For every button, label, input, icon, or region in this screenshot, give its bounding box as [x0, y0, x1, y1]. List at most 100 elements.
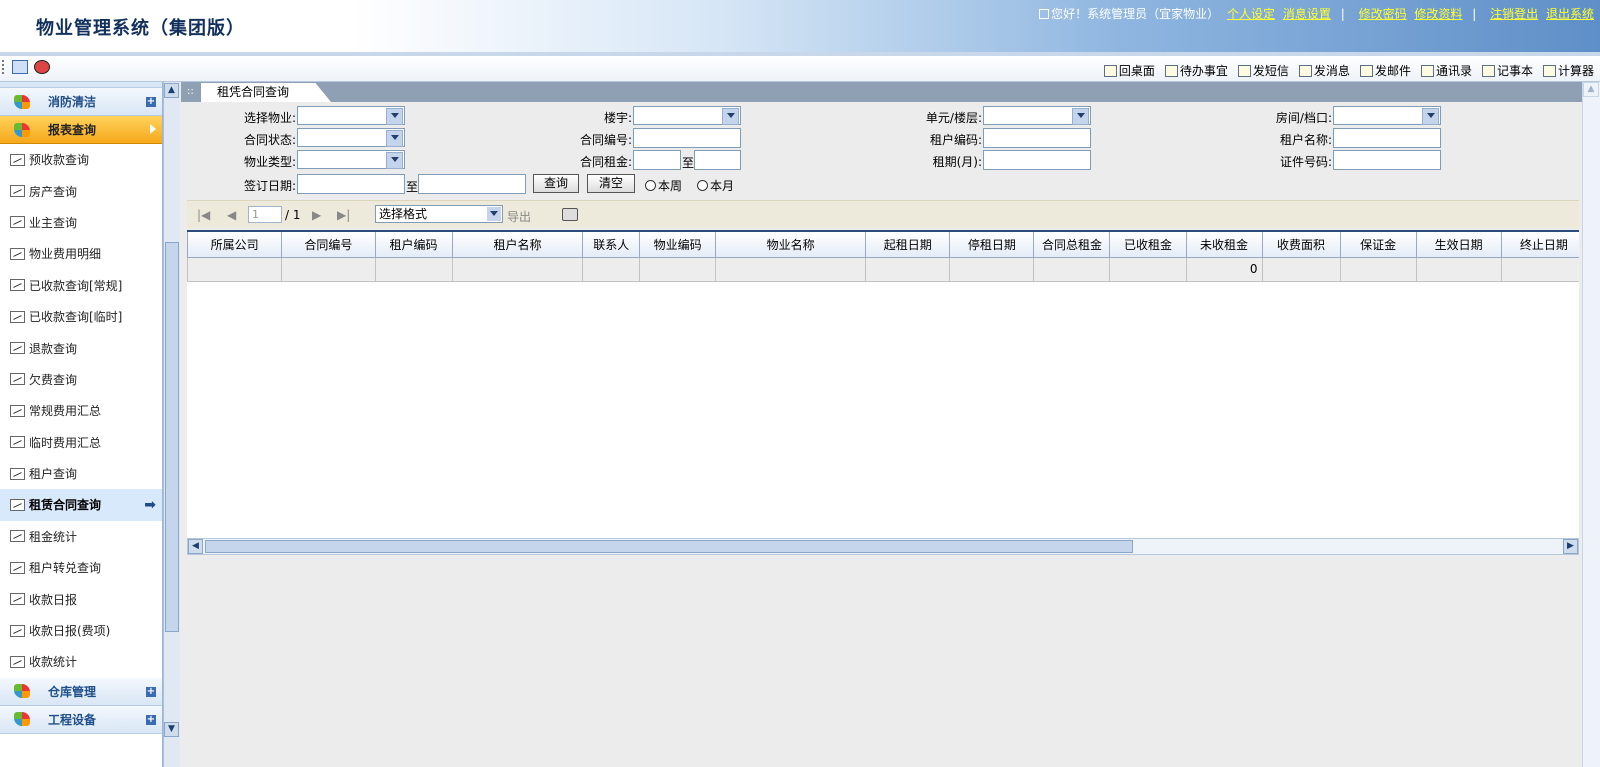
- expand-icon[interactable]: +: [146, 686, 156, 697]
- building-select[interactable]: [633, 106, 741, 125]
- logout-link[interactable]: 注销登出: [1490, 7, 1538, 21]
- query-button[interactable]: 查询: [533, 174, 579, 193]
- sidebar-item-temp-summary[interactable]: 临时费用汇总: [0, 427, 162, 458]
- scroll-up-icon[interactable]: ▲: [164, 83, 179, 98]
- send-mail-button[interactable]: 发邮件: [1359, 62, 1411, 79]
- first-page-icon[interactable]: |◀: [197, 208, 210, 222]
- rent-max-input[interactable]: [694, 150, 741, 170]
- export-format-select[interactable]: 选择格式: [375, 205, 503, 223]
- export-button[interactable]: 导出: [507, 208, 531, 225]
- column-header[interactable]: 收费面积: [1261, 230, 1341, 258]
- home-desktop-button[interactable]: 回桌面: [1103, 62, 1155, 79]
- sidebar-item-lease-contract-query[interactable]: 租赁合同查询 ➡: [0, 489, 162, 521]
- this-month-radio[interactable]: 本月: [697, 177, 734, 194]
- scroll-right-icon[interactable]: ▶: [1563, 539, 1578, 554]
- personal-settings-link[interactable]: 个人设定: [1227, 7, 1275, 21]
- chart-icon: [10, 404, 25, 417]
- sidebar-item-property-query[interactable]: 房产查询: [0, 175, 162, 206]
- column-header[interactable]: 起租日期: [865, 230, 951, 258]
- sidebar-group-fire-clean[interactable]: 消防清洁 +: [0, 88, 162, 116]
- notepad-button[interactable]: 记事本: [1481, 62, 1533, 79]
- column-header[interactable]: 所属公司: [187, 230, 283, 258]
- this-week-radio[interactable]: 本周: [645, 177, 682, 194]
- sidebar-item-regular-summary[interactable]: 常规费用汇总: [0, 395, 162, 426]
- send-sms-button[interactable]: 发短信: [1237, 62, 1289, 79]
- column-header[interactable]: 停租日期: [949, 230, 1035, 258]
- printer-icon[interactable]: [562, 208, 578, 221]
- last-page-icon[interactable]: ▶|: [337, 208, 350, 222]
- column-header[interactable]: 合同编号: [281, 230, 376, 258]
- clear-button[interactable]: 清空: [587, 174, 635, 193]
- lease-months-input[interactable]: [983, 150, 1091, 170]
- column-header[interactable]: 物业名称: [715, 230, 867, 258]
- sidebar-item-prepaid-query[interactable]: 预收款查询: [0, 144, 162, 175]
- message-settings-link[interactable]: 消息设置: [1283, 7, 1331, 21]
- sidebar-item-daily-report-fee[interactable]: 收款日报(费项): [0, 615, 162, 646]
- property-select[interactable]: [297, 106, 405, 125]
- sidebar-item-owner-query[interactable]: 业主查询: [0, 207, 162, 238]
- edit-profile-link[interactable]: 修改资料: [1414, 7, 1462, 21]
- column-header[interactable]: 终止日期: [1500, 230, 1579, 258]
- sidebar-scrollbar[interactable]: ▲ ▼: [163, 82, 180, 767]
- prev-page-icon[interactable]: ◀: [227, 208, 236, 222]
- sidebar-group-engineering[interactable]: 工程设备 +: [0, 705, 162, 734]
- sidebar-item-refund-query[interactable]: 退款查询: [0, 332, 162, 363]
- sidebar-item-tenant-transfer[interactable]: 租户转兑查询: [0, 552, 162, 583]
- tab-lease-contract-query[interactable]: 租凭合同查询: [201, 83, 331, 102]
- messenger-icon[interactable]: [34, 60, 50, 74]
- scroll-left-icon[interactable]: ◀: [188, 539, 203, 554]
- column-header[interactable]: 物业编码: [639, 230, 717, 258]
- sign-date-from-input[interactable]: [297, 174, 405, 194]
- expand-icon[interactable]: +: [146, 714, 156, 725]
- sidebar-group-warehouse[interactable]: 仓库管理 +: [0, 677, 162, 706]
- id-no-input[interactable]: [1333, 150, 1441, 170]
- scroll-thumb[interactable]: [165, 242, 179, 632]
- sidebar-item-rent-stats[interactable]: 租金统计: [0, 521, 162, 552]
- exit-system-link[interactable]: 退出系统: [1546, 7, 1594, 21]
- column-header[interactable]: 保证金: [1339, 230, 1417, 258]
- column-header[interactable]: 租户名称: [451, 230, 584, 258]
- sidebar-item-daily-report[interactable]: 收款日报: [0, 583, 162, 614]
- scroll-up-icon[interactable]: ▲: [1583, 82, 1599, 97]
- rent-min-input[interactable]: [633, 150, 681, 170]
- chart-icon: [10, 279, 25, 292]
- tenant-code-input[interactable]: [983, 128, 1091, 148]
- column-header[interactable]: 生效日期: [1415, 230, 1502, 258]
- scroll-thumb[interactable]: [205, 540, 1133, 553]
- sign-date-to-input[interactable]: [418, 174, 526, 194]
- calculator-button[interactable]: 计算器: [1542, 62, 1594, 79]
- room-select[interactable]: [1333, 106, 1441, 125]
- grid-horizontal-scrollbar[interactable]: ◀ ▶: [187, 538, 1579, 555]
- window-icon[interactable]: [12, 60, 28, 74]
- sidebar-item-receipt-stats[interactable]: 收款统计: [0, 646, 162, 677]
- property-type-select[interactable]: [297, 150, 405, 169]
- sidebar-item-arrears-query[interactable]: 欠费查询: [0, 364, 162, 395]
- contract-status-select[interactable]: [297, 128, 405, 147]
- todo-button[interactable]: 待办事宜: [1164, 62, 1228, 79]
- page-vertical-scrollbar[interactable]: ▲: [1582, 82, 1600, 767]
- sidebar-item-tenant-query[interactable]: 租户查询: [0, 458, 162, 489]
- contract-no-input[interactable]: [633, 128, 741, 148]
- grip-handle[interactable]: [2, 60, 6, 74]
- next-page-icon[interactable]: ▶: [312, 208, 321, 222]
- sidebar-item-received-regular[interactable]: 已收款查询[常规]: [0, 270, 162, 301]
- column-header[interactable]: 联系人: [582, 230, 641, 258]
- sidebar-item-received-temp[interactable]: 已收款查询[临时]: [0, 301, 162, 332]
- tenant-name-input[interactable]: [1333, 128, 1441, 148]
- column-header[interactable]: 合同总租金: [1033, 230, 1111, 258]
- column-header[interactable]: 租户编码: [374, 230, 453, 258]
- column-header[interactable]: 未收租金: [1185, 230, 1263, 258]
- pager-bar: |◀ ◀ 1 / 1 ▶ ▶| 选择格式 导出: [187, 200, 1579, 228]
- column-header[interactable]: 已收租金: [1109, 230, 1187, 258]
- sidebar-item-fee-detail[interactable]: 物业费用明细: [0, 238, 162, 269]
- page-number-input[interactable]: 1: [248, 206, 282, 223]
- expand-icon[interactable]: +: [146, 97, 156, 107]
- unit-floor-select[interactable]: [983, 106, 1091, 125]
- scroll-down-icon[interactable]: ▼: [164, 722, 179, 737]
- contacts-button[interactable]: 通讯录: [1420, 62, 1472, 79]
- sidebar-group-reports[interactable]: 报表查询: [0, 116, 162, 144]
- contract-rent-label: 合同租金:: [579, 155, 632, 169]
- change-password-link[interactable]: 修改密码: [1359, 7, 1407, 21]
- table-cell: [451, 256, 584, 282]
- send-message-button[interactable]: 发消息: [1298, 62, 1350, 79]
